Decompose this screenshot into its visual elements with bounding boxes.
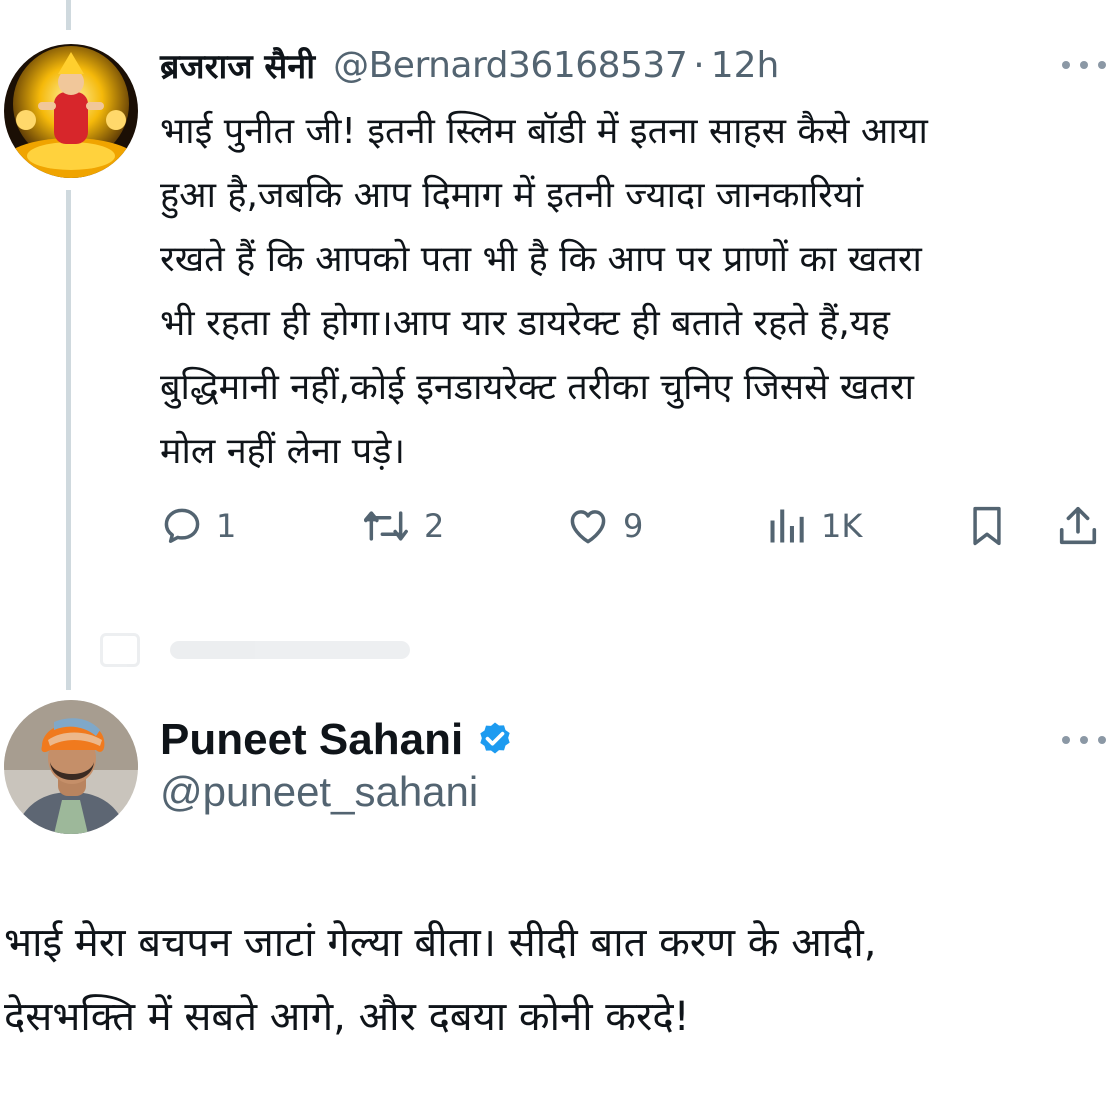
speech-bubble-icon (164, 508, 200, 543)
views-button[interactable]: 1K (765, 496, 862, 556)
turban-man-avatar-icon (4, 700, 138, 834)
verified-badge-icon[interactable] (475, 720, 515, 760)
like-button[interactable]: 9 (565, 496, 643, 556)
reply-header: ब्रजराज सैनी @Bernard36168537 · 12h (160, 40, 779, 90)
faded-context-row (100, 632, 420, 668)
reply-action-bar: 1 2 9 1K (160, 496, 1110, 556)
main-author-handle[interactable]: @puneet_sahani (160, 768, 478, 816)
goddess-avatar-icon (4, 44, 138, 178)
reply-author-handle[interactable]: @Bernard36168537 (333, 45, 688, 86)
reply-author-avatar[interactable] (4, 44, 138, 178)
faded-text-placeholder (170, 641, 410, 659)
bookmark-icon (973, 506, 1001, 546)
share-button[interactable] (1055, 496, 1101, 556)
bookmark-button[interactable] (965, 496, 1009, 556)
reply-text: भाई पुनीत जी! इतनी स्लिम बॉडी में इतना स… (160, 111, 928, 472)
reply-count: 1 (216, 507, 237, 545)
thread-connector-line-top (66, 0, 71, 30)
heart-icon (570, 510, 606, 544)
faded-icon (100, 633, 140, 667)
main-author-row: Puneet Sahani (160, 712, 515, 768)
reply-button[interactable]: 1 (160, 496, 236, 556)
more-dots-icon[interactable] (1062, 733, 1106, 747)
views-count: 1K (821, 507, 863, 545)
repost-count: 2 (424, 507, 445, 545)
tweet-thread-view: ब्रजराज सैनी @Bernard36168537 · 12h भाई … (0, 0, 1115, 1115)
main-post-text: भाई मेरा बचपन जाटां गेल्या बीता। सीदी बा… (4, 920, 877, 1040)
reply-timestamp[interactable]: 12h (711, 45, 780, 86)
main-author-name[interactable]: Puneet Sahani (160, 715, 463, 765)
like-count: 9 (623, 507, 644, 545)
repost-button[interactable]: 2 (360, 496, 444, 556)
repost-arrows-icon (364, 511, 408, 541)
reply-author-name[interactable]: ब्रजराज सैनी (160, 42, 315, 88)
share-upload-icon (1059, 506, 1097, 545)
thread-connector-line (66, 190, 71, 690)
main-author-avatar[interactable] (4, 700, 138, 834)
more-dots-icon[interactable] (1062, 58, 1106, 72)
bar-chart-icon (770, 509, 804, 543)
header-separator: · (693, 44, 705, 86)
